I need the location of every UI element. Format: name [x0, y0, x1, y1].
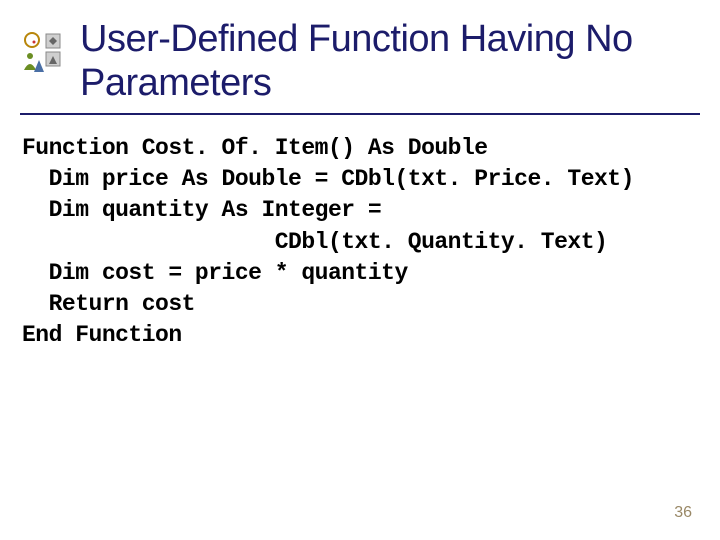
- slide-title: User-Defined Function Having No Paramete…: [80, 18, 700, 105]
- code-line: Dim price As Double = CDbl(txt. Price. T…: [22, 166, 634, 192]
- code-line: End Function: [22, 322, 182, 348]
- page-number: 36: [674, 504, 692, 522]
- slide-header: User-Defined Function Having No Paramete…: [0, 0, 720, 105]
- decorative-shapes-icon: [20, 30, 68, 78]
- code-line: Dim cost = price * quantity: [22, 260, 408, 286]
- code-line: CDbl(txt. Quantity. Text): [22, 229, 607, 255]
- code-line: Dim quantity As Integer =: [22, 197, 381, 223]
- title-underline: [20, 113, 700, 115]
- code-line: Function Cost. Of. Item() As Double: [22, 135, 488, 161]
- code-block: Function Cost. Of. Item() As Double Dim …: [0, 133, 720, 350]
- code-line: Return cost: [22, 291, 195, 317]
